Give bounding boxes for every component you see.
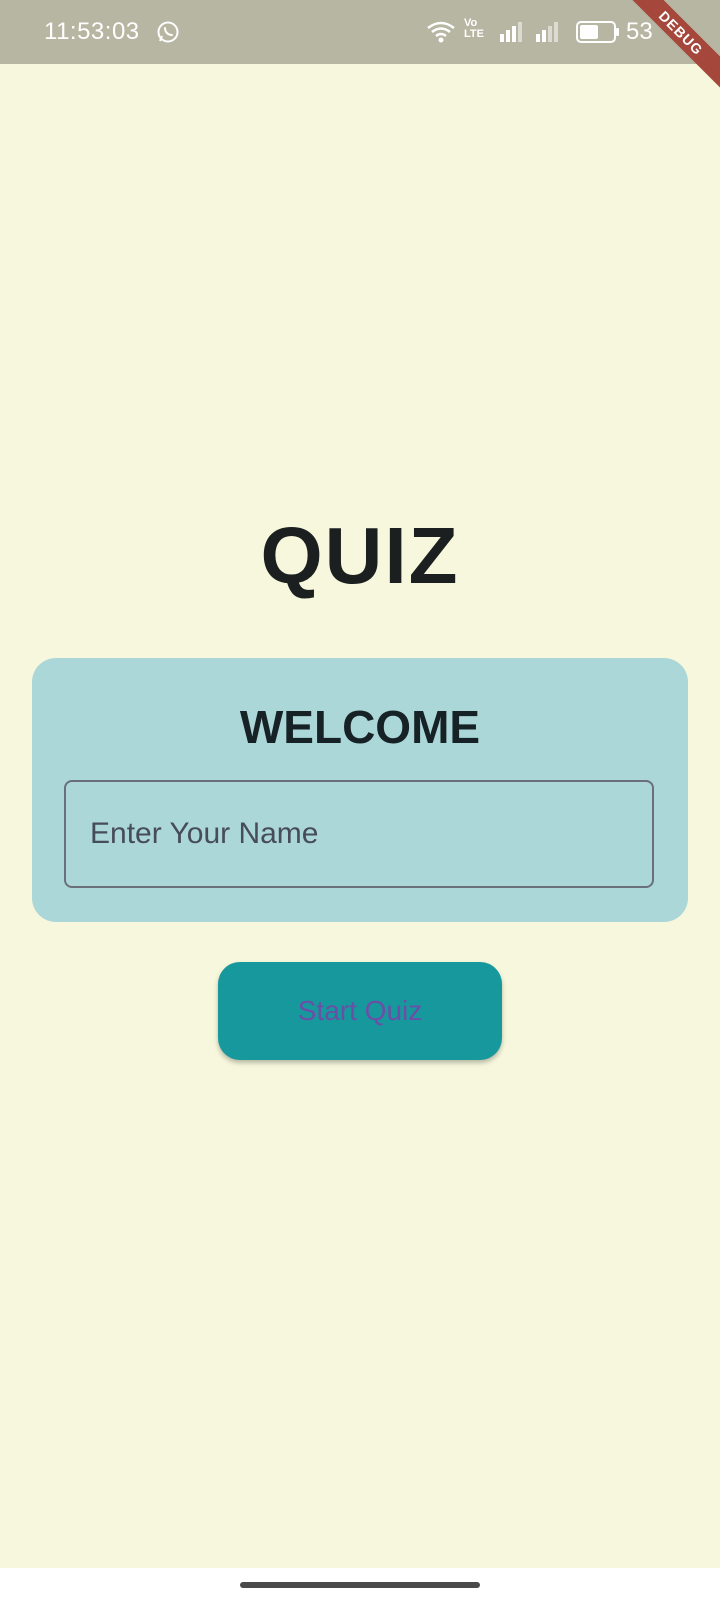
status-bar: 11:53:03 Vo LTE 53 — [0, 0, 720, 64]
signal-icon-secondary — [536, 22, 558, 42]
navigation-bar — [0, 1568, 720, 1600]
volte-icon: Vo LTE — [464, 18, 492, 44]
whatsapp-icon — [157, 21, 179, 43]
welcome-heading: WELCOME — [239, 701, 481, 753]
home-gesture-handle[interactable] — [240, 1582, 480, 1588]
volte-line2: LTE — [464, 28, 484, 40]
battery-icon — [576, 21, 619, 43]
battery-percentage: 53 — [626, 18, 653, 45]
start-quiz-button[interactable]: Start Quiz — [218, 962, 502, 1060]
name-input[interactable] — [64, 780, 654, 888]
welcome-card: WELCOME — [32, 658, 688, 922]
signal-icon — [500, 22, 522, 42]
page-title: QUIZ — [260, 511, 460, 600]
wifi-icon — [427, 21, 455, 43]
status-time: 11:53:03 — [44, 18, 140, 45]
